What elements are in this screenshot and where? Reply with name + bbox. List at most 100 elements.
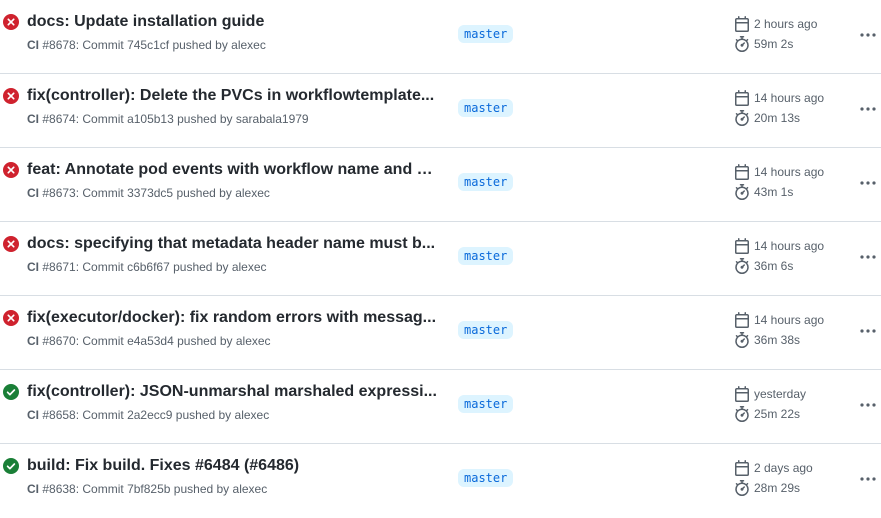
stopwatch-icon: [734, 332, 754, 348]
run-duration: 43m 1s: [754, 185, 794, 199]
run-title-link[interactable]: fix(controller): JSON-unmarshal marshale…: [27, 381, 439, 403]
run-date: yesterday: [754, 387, 807, 401]
commit-sha-link[interactable]: 745c1cf: [127, 38, 169, 52]
run-date: 14 hours ago: [754, 91, 825, 105]
run-number-link[interactable]: #8671: [42, 260, 75, 274]
workflow-run-row: build: Fix build. Fixes #6484 (#6486) CI…: [0, 444, 881, 518]
x-circle-fill-icon: [3, 310, 19, 326]
run-title-link[interactable]: fix(executor/docker): fix random errors …: [27, 307, 439, 329]
run-meta: CI #8658: Commit 2a2ecc9 pushed by alexe…: [27, 407, 269, 423]
kebab-horizontal-icon[interactable]: [855, 471, 881, 487]
run-timing: 2 hours ago 59m 2s: [734, 14, 817, 54]
author-link[interactable]: alexec: [236, 334, 271, 348]
run-number-link[interactable]: #8658: [42, 408, 75, 422]
commit-label: : Commit: [75, 38, 124, 52]
commit-label: : Commit: [75, 482, 124, 496]
calendar-icon: [734, 386, 754, 402]
kebab-horizontal-icon[interactable]: [855, 101, 881, 117]
commit-sha-link[interactable]: 3373dc5: [127, 186, 173, 200]
kebab-horizontal-icon[interactable]: [855, 397, 881, 413]
run-number-link[interactable]: #8674: [42, 112, 75, 126]
branch-label[interactable]: master: [458, 173, 514, 191]
commit-sha-link[interactable]: a105b13: [127, 112, 174, 126]
pushed-by-label: pushed by: [173, 260, 229, 274]
x-circle-fill-icon: [3, 162, 19, 178]
commit-label: : Commit: [75, 334, 124, 348]
run-meta: CI #8674: Commit a105b13 pushed by sarab…: [27, 111, 309, 127]
author-link[interactable]: alexec: [233, 482, 268, 496]
stopwatch-icon: [734, 406, 754, 422]
commit-sha-link[interactable]: c6b6f67: [127, 260, 170, 274]
calendar-icon: [734, 312, 754, 328]
x-circle-fill-icon: [3, 88, 19, 104]
run-date: 2 hours ago: [754, 17, 818, 31]
stopwatch-icon: [734, 36, 754, 52]
kebab-horizontal-icon[interactable]: [855, 323, 881, 339]
commit-sha-link[interactable]: 7bf825b: [127, 482, 170, 496]
workflow-name: CI: [27, 186, 39, 200]
workflow-run-row: docs: specifying that metadata header na…: [0, 222, 881, 296]
kebab-horizontal-icon[interactable]: [855, 249, 881, 265]
branch-label[interactable]: master: [458, 469, 514, 487]
workflow-name: CI: [27, 334, 39, 348]
run-number-link[interactable]: #8638: [42, 482, 75, 496]
run-date: 14 hours ago: [754, 313, 825, 327]
workflow-run-row: feat: Annotate pod events with workflow …: [0, 148, 881, 222]
calendar-icon: [734, 460, 754, 476]
run-title-link[interactable]: fix(controller): Delete the PVCs in work…: [27, 85, 439, 107]
author-link[interactable]: alexec: [235, 408, 270, 422]
workflow-runs-list: docs: Update installation guide CI #8678…: [0, 0, 881, 518]
workflow-run-row: docs: Update installation guide CI #8678…: [0, 0, 881, 74]
run-title-link[interactable]: build: Fix build. Fixes #6484 (#6486): [27, 455, 439, 477]
run-number-link[interactable]: #8678: [42, 38, 75, 52]
branch-label[interactable]: master: [458, 247, 514, 265]
run-title-link[interactable]: docs: Update installation guide: [27, 11, 439, 33]
branch-label[interactable]: master: [458, 321, 514, 339]
stopwatch-icon: [734, 480, 754, 496]
run-timing: 14 hours ago 43m 1s: [734, 162, 824, 202]
commit-sha-link[interactable]: e4a53d4: [127, 334, 174, 348]
calendar-icon: [734, 238, 754, 254]
calendar-icon: [734, 16, 754, 32]
stopwatch-icon: [734, 258, 754, 274]
pushed-by-label: pushed by: [177, 112, 233, 126]
run-meta: CI #8638: Commit 7bf825b pushed by alexe…: [27, 481, 267, 497]
author-link[interactable]: alexec: [235, 186, 270, 200]
pushed-by-label: pushed by: [176, 186, 232, 200]
run-duration: 59m 2s: [754, 37, 794, 51]
run-meta: CI #8670: Commit e4a53d4 pushed by alexe…: [27, 333, 271, 349]
branch-label[interactable]: master: [458, 99, 514, 117]
pushed-by-label: pushed by: [177, 334, 233, 348]
run-timing: yesterday 25m 22s: [734, 384, 806, 424]
branch-label[interactable]: master: [458, 25, 514, 43]
kebab-horizontal-icon[interactable]: [855, 27, 881, 43]
run-number-link[interactable]: #8673: [42, 186, 75, 200]
workflow-name: CI: [27, 112, 39, 126]
author-link[interactable]: alexec: [231, 38, 266, 52]
run-title-link[interactable]: feat: Annotate pod events with workflow …: [27, 159, 439, 181]
x-circle-fill-icon: [3, 236, 19, 252]
run-date: 2 days ago: [754, 461, 813, 475]
pushed-by-label: pushed by: [172, 38, 228, 52]
author-link[interactable]: alexec: [232, 260, 267, 274]
run-date: 14 hours ago: [754, 239, 825, 253]
run-meta: CI #8671: Commit c6b6f67 pushed by alexe…: [27, 259, 267, 275]
run-number-link[interactable]: #8670: [42, 334, 75, 348]
run-duration: 25m 22s: [754, 407, 801, 421]
workflow-name: CI: [27, 38, 39, 52]
commit-label: : Commit: [75, 260, 124, 274]
stopwatch-icon: [734, 184, 754, 200]
kebab-horizontal-icon[interactable]: [855, 175, 881, 191]
run-duration: 36m 38s: [754, 333, 801, 347]
workflow-run-row: fix(executor/docker): fix random errors …: [0, 296, 881, 370]
workflow-name: CI: [27, 260, 39, 274]
branch-label[interactable]: master: [458, 395, 514, 413]
commit-sha-link[interactable]: 2a2ecc9: [127, 408, 172, 422]
run-timing: 14 hours ago 20m 13s: [734, 88, 824, 128]
run-timing: 14 hours ago 36m 6s: [734, 236, 824, 276]
commit-label: : Commit: [75, 112, 124, 126]
run-title-link[interactable]: docs: specifying that metadata header na…: [27, 233, 439, 255]
workflow-name: CI: [27, 482, 39, 496]
run-timing: 14 hours ago 36m 38s: [734, 310, 824, 350]
author-link[interactable]: sarabala1979: [236, 112, 309, 126]
